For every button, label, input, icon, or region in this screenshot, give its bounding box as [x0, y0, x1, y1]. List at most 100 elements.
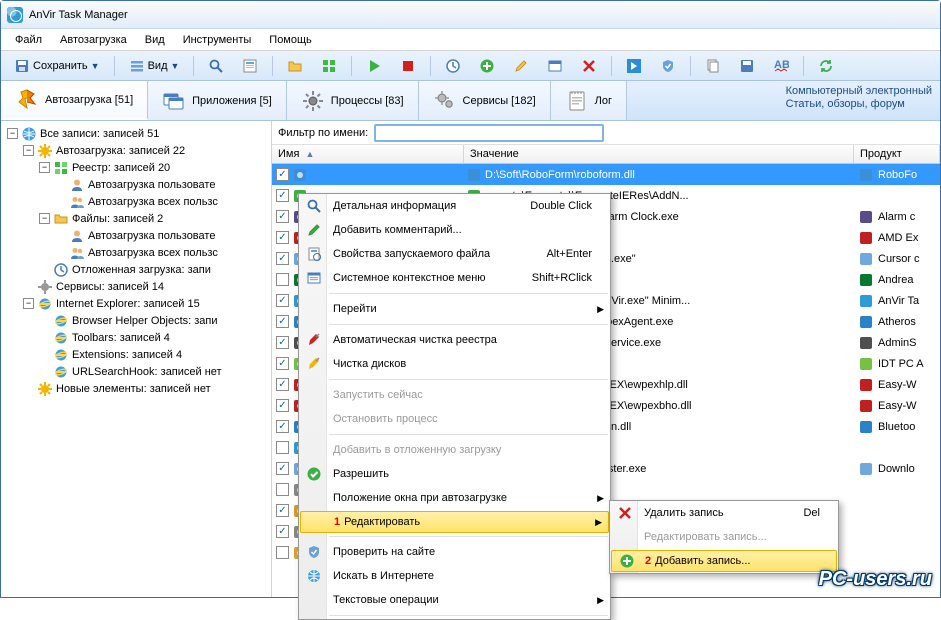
tree-item[interactable]: −Все записи: записей 51 [3, 125, 269, 142]
col-product[interactable]: Продукт [854, 145, 940, 163]
context-menu[interactable]: Детальная информацияDouble ClickДобавить… [298, 193, 611, 620]
tab-apps[interactable]: Приложения [5] [148, 81, 287, 120]
row-checkbox[interactable] [276, 231, 289, 244]
row-checkbox[interactable] [276, 483, 289, 496]
menu-item[interactable]: Чистка дисков [299, 352, 610, 376]
row-checkbox[interactable] [276, 378, 289, 391]
tree-item[interactable]: −Реестр: записей 20 [3, 159, 269, 176]
tab-services[interactable]: Сервисы [182] [419, 81, 551, 120]
tree-item[interactable]: −Internet Explorer: записей 15 [3, 295, 269, 312]
folder-tool[interactable] [280, 55, 310, 77]
menu-item[interactable]: Свойства запускаемого файлаAlt+Enter [299, 242, 610, 266]
row-checkbox[interactable] [276, 462, 289, 475]
save2-tool[interactable] [732, 55, 762, 77]
arrow-tool[interactable] [619, 55, 649, 77]
row-checkbox[interactable] [276, 357, 289, 370]
menu-tools[interactable]: Инструменты [175, 32, 260, 48]
tree-item[interactable]: −Файлы: записей 2 [3, 210, 269, 227]
row-checkbox[interactable] [276, 546, 289, 559]
row-checkbox[interactable] [276, 525, 289, 538]
delete-icon [581, 58, 597, 74]
tab-processes[interactable]: Процессы [83] [287, 81, 419, 120]
view-button[interactable]: Вид ▼ [122, 55, 187, 77]
menu-item[interactable]: Детальная информацияDouble Click [299, 194, 610, 218]
tree-item[interactable]: Extensions: записей 4 [3, 346, 269, 363]
ie-icon [53, 364, 69, 380]
menu-item[interactable]: Положение окна при автозагрузке [299, 486, 610, 510]
abc-tool[interactable]: ABC [766, 55, 796, 77]
save-button[interactable]: Сохранить ▼ [7, 55, 107, 77]
check-tool[interactable] [653, 55, 683, 77]
menu-item[interactable]: Проверить на сайте [299, 540, 610, 564]
row-checkbox[interactable] [276, 252, 289, 265]
tree-item[interactable]: Toolbars: записей 4 [3, 329, 269, 346]
tree-item[interactable]: Browser Helper Objects: запи [3, 312, 269, 329]
caret-icon: ▼ [91, 61, 100, 71]
tree-item[interactable]: Сервисы: записей 14 [3, 278, 269, 295]
menu-item[interactable]: Добавить комментарий... [299, 218, 610, 242]
expand-toggle[interactable]: − [39, 162, 50, 173]
row-checkbox[interactable] [276, 504, 289, 517]
menu-item[interactable]: Искать в Интернете [299, 564, 610, 588]
table-row[interactable]: D:\Soft\RoboForm\roboform.dllRoboFo [272, 164, 940, 185]
tree-item[interactable]: Отложенная загрузка: запи [3, 261, 269, 278]
row-checkbox[interactable] [276, 315, 289, 328]
menu-view[interactable]: Вид [137, 32, 173, 48]
tree-item[interactable]: Автозагрузка всех пользс [3, 193, 269, 210]
context-submenu[interactable]: Удалить записьDelРедактировать запись...… [609, 500, 839, 574]
menu-item[interactable]: 1Редактировать [300, 511, 609, 533]
filter-input[interactable] [374, 124, 604, 142]
expand-toggle[interactable]: − [23, 145, 34, 156]
refresh-tool[interactable] [811, 55, 841, 77]
menu-item[interactable]: Удалить записьDel [610, 501, 838, 525]
menu-item[interactable]: 2Добавить запись... [611, 550, 837, 572]
menu-item[interactable]: Разрешить [299, 462, 610, 486]
expand-toggle[interactable]: − [39, 213, 50, 224]
edit-tool[interactable] [506, 55, 536, 77]
menu-item[interactable]: Системное контекстное менюShift+RClick [299, 266, 610, 290]
tree-view[interactable]: −Все записи: записей 51−Автозагрузка: за… [1, 121, 272, 597]
expand-toggle[interactable]: − [7, 128, 18, 139]
col-value[interactable]: Значение [464, 145, 854, 163]
row-checkbox[interactable] [276, 294, 289, 307]
menu-help[interactable]: Помощь [261, 32, 320, 48]
copy-tool[interactable] [698, 55, 728, 77]
menu-item[interactable]: Перейти [299, 297, 610, 321]
search-tool[interactable] [201, 55, 231, 77]
props-tool[interactable] [235, 55, 265, 77]
header-links[interactable]: Компьютерный электронный Статьи, обзоры,… [778, 81, 940, 120]
stop-tool[interactable] [393, 55, 423, 77]
menu-file[interactable]: Файл [7, 32, 50, 48]
menu-item[interactable]: Текстовые операции [299, 588, 610, 612]
row-checkbox[interactable] [276, 399, 289, 412]
expand-toggle[interactable]: − [23, 298, 34, 309]
log-icon [565, 89, 589, 113]
col-name[interactable]: Имя ▲ [272, 145, 464, 163]
window-tool[interactable] [540, 55, 570, 77]
tree-item[interactable]: Автозагрузка всех пользс [3, 244, 269, 261]
tab-startup[interactable]: Автозагрузка [51] [1, 81, 148, 120]
tree-item[interactable]: URLSearchHook: записей нет [3, 363, 269, 380]
ie-icon [53, 347, 69, 363]
menu-item[interactable]: Автоматическая чистка реестра [299, 328, 610, 352]
row-checkbox[interactable] [276, 210, 289, 223]
run-tool[interactable] [359, 55, 389, 77]
add-tool[interactable] [472, 55, 502, 77]
row-checkbox[interactable] [276, 273, 289, 286]
copy-icon [705, 58, 721, 74]
row-checkbox[interactable] [276, 168, 289, 181]
row-checkbox[interactable] [276, 189, 289, 202]
del-icon [617, 505, 633, 521]
tree-item[interactable]: Автозагрузка пользовате [3, 176, 269, 193]
del-tool[interactable] [574, 55, 604, 77]
tree-item[interactable]: Автозагрузка пользовате [3, 227, 269, 244]
tab-log[interactable]: Лог [551, 81, 627, 120]
row-checkbox[interactable] [276, 336, 289, 349]
row-checkbox[interactable] [276, 441, 289, 454]
tree-item[interactable]: Новые элементы: записей нет [3, 380, 269, 397]
clock-tool[interactable] [438, 55, 468, 77]
row-checkbox[interactable] [276, 420, 289, 433]
menu-startup[interactable]: Автозагрузка [52, 32, 135, 48]
tree-item[interactable]: −Автозагрузка: записей 22 [3, 142, 269, 159]
reg-tool[interactable] [314, 55, 344, 77]
